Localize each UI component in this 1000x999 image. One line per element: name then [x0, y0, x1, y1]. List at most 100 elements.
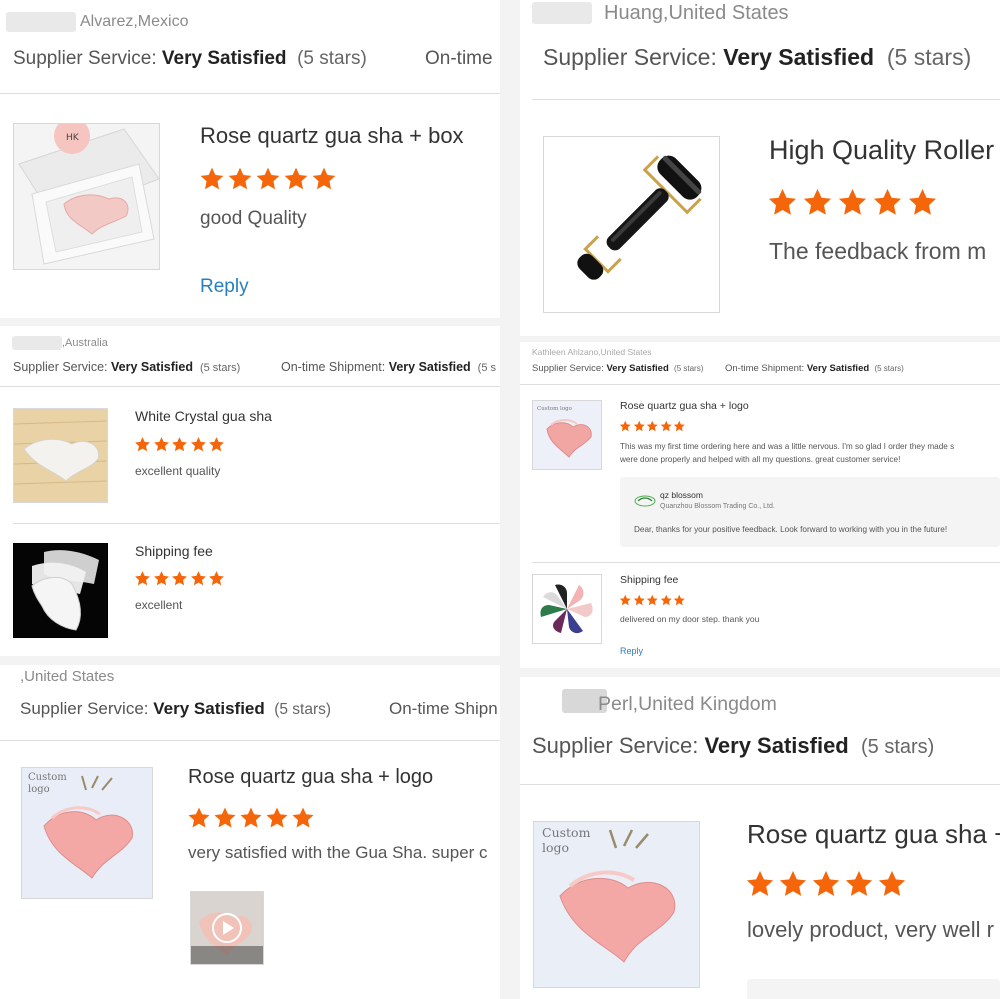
star-rating — [134, 436, 227, 454]
product-image[interactable]: Custom logo — [533, 821, 700, 988]
supplier-service-rating: Supplier Service: Very Satisfied (5 star… — [13, 48, 367, 69]
review-title: Shipping fee — [620, 574, 679, 586]
svg-text:logo: logo — [542, 840, 569, 855]
product-image[interactable]: Custom logo — [532, 400, 602, 470]
divider — [13, 523, 500, 524]
gua-sha-box-icon: HK — [14, 124, 159, 269]
svg-text:logo: logo — [28, 784, 50, 795]
video-play-icon — [191, 892, 263, 964]
review-title: Rose quartz gua sha + logo — [620, 400, 749, 412]
star-icon — [135, 571, 150, 586]
reply-link[interactable]: Reply — [200, 276, 249, 298]
seller-reply-message: Dear, thanks for your positive feedback.… — [634, 525, 948, 534]
product-image[interactable] — [543, 136, 720, 313]
seller-name: qz blossom — [660, 490, 703, 500]
review-text: This was my first time ordering here and… — [620, 442, 955, 464]
star-icon — [812, 870, 840, 896]
review-text: The feedback from m — [769, 238, 987, 264]
white-crystal-gua-sha-icon — [14, 409, 107, 502]
review-panel-d: Kathleen Ahlzano,United States Supplier … — [520, 342, 1000, 668]
reviewer-location: ,Australia — [62, 337, 108, 349]
star-icon — [646, 420, 658, 432]
star-icon — [673, 594, 685, 606]
star-icon — [188, 807, 210, 828]
seller-reply-box — [747, 979, 1000, 999]
star-icon — [266, 807, 288, 828]
product-image[interactable] — [13, 408, 108, 503]
star-icon — [228, 167, 252, 190]
ontime-shipment-rating: On-time Shipment: Very Satisfied (5 star… — [725, 363, 904, 374]
supplier-service-rating: Supplier Service: Very Satisfied (5 star… — [532, 363, 704, 374]
supplier-service-rating: Supplier Service: Very Satisfied (5 star… — [20, 699, 332, 718]
rose-quartz-gua-sha-icon: Custom logo — [534, 822, 699, 987]
star-icon — [633, 594, 645, 606]
star-rating — [134, 570, 227, 588]
review-panel-a: Alvarez,Mexico Supplier Service: Very Sa… — [0, 0, 500, 318]
star-icon — [256, 167, 280, 190]
review-text: delivered on my door step. thank you — [620, 614, 760, 624]
star-rating — [745, 869, 910, 899]
reply-link[interactable]: Reply — [620, 646, 643, 656]
review-text: excellent — [135, 598, 183, 612]
review-title: High Quality Roller — [769, 135, 995, 165]
svg-text:Custom: Custom — [542, 825, 591, 840]
star-icon — [200, 167, 224, 190]
blurred-name — [532, 2, 592, 24]
rose-quartz-gua-sha-icon: Custom logo — [533, 401, 601, 469]
product-image[interactable]: Custom logo — [21, 767, 153, 899]
review-panel-f: Perl,United Kingdom Supplier Service: Ve… — [520, 677, 1000, 999]
reviewer-location: Alvarez,Mexico — [80, 13, 189, 30]
star-icon — [619, 420, 631, 432]
star-rating — [619, 420, 687, 438]
review-title: Rose quartz gua sha + box — [200, 123, 464, 148]
product-image[interactable] — [13, 543, 108, 638]
reviewer-location: Huang,United States — [604, 2, 789, 24]
star-icon — [673, 420, 685, 432]
svg-text:Custom: Custom — [28, 772, 67, 783]
rose-quartz-gua-sha-icon: Custom logo — [22, 768, 152, 898]
divider — [532, 99, 1000, 100]
review-video-thumbnail[interactable] — [190, 891, 264, 965]
seller-reply-box: qz blossom Quanzhou Blossom Trading Co.,… — [620, 477, 1000, 547]
star-icon — [768, 188, 797, 215]
review-panel-e: ,United States Supplier Service: Very Sa… — [0, 665, 500, 999]
star-icon — [633, 420, 645, 432]
seller-logo-icon — [634, 495, 656, 507]
review-text: good Quality — [200, 208, 307, 229]
divider — [0, 93, 500, 94]
star-icon — [190, 571, 206, 586]
star-icon — [172, 571, 187, 586]
product-image[interactable] — [532, 574, 602, 644]
reviewer-location: Kathleen Ahlzano,United States — [532, 347, 652, 357]
product-image[interactable]: HK — [13, 123, 160, 270]
star-icon — [172, 437, 187, 452]
star-icon — [838, 188, 867, 215]
divider — [0, 740, 500, 741]
star-icon — [135, 437, 150, 452]
jade-roller-icon — [544, 137, 719, 312]
ontime-shipment-rating: On-time Shipment: Very Satisfied (5 s — [281, 360, 496, 374]
star-icon — [153, 571, 169, 586]
star-icon — [878, 870, 906, 896]
supplier-service-rating: Supplier Service: Very Satisfied (5 star… — [543, 44, 972, 70]
star-icon — [908, 188, 937, 215]
star-icon — [660, 594, 672, 606]
blurred-name — [6, 12, 76, 32]
star-icon — [209, 437, 224, 452]
star-icon — [779, 870, 807, 896]
divider — [0, 386, 500, 387]
star-icon — [240, 807, 262, 828]
review-title: Shipping fee — [135, 543, 213, 559]
reviewer-location: Perl,United Kingdom — [598, 693, 777, 715]
review-text: excellent quality — [135, 464, 221, 478]
star-icon — [153, 437, 169, 452]
supplier-service-rating: Supplier Service: Very Satisfied (5 star… — [13, 360, 241, 374]
star-icon — [660, 420, 672, 432]
review-panel-b: Huang,United States Supplier Service: Ve… — [520, 0, 1000, 336]
reviewer-location: ,United States — [20, 668, 115, 685]
divider — [520, 384, 1000, 385]
review-title: White Crystal gua sha — [135, 408, 272, 424]
assorted-gua-sha-icon — [533, 575, 601, 643]
star-icon — [190, 437, 206, 452]
seller-company: Quanzhou Blossom Trading Co., Ltd. — [660, 503, 775, 510]
